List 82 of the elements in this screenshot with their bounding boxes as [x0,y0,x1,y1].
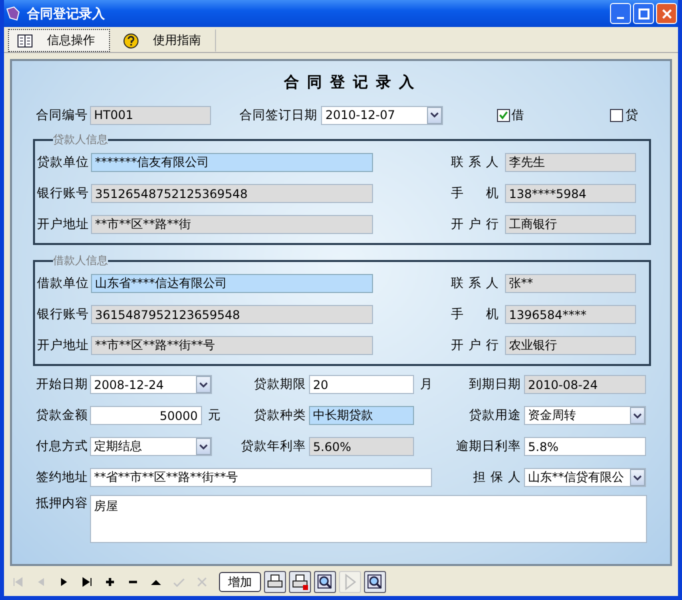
group-title: 借款人信息 [53,253,108,268]
printer-icon[interactable] [264,571,286,593]
tab[interactable]: 使用指南 [114,29,216,52]
field-label: 开户行 [451,216,499,233]
close-icon [660,8,672,20]
field-label: 联系人 [451,275,499,292]
field-label: 签约地址 [36,469,89,486]
combo-box[interactable]: 2008-12-24 [90,375,212,394]
text-field[interactable]: 工商银行 [505,215,636,234]
form-heading: 合同登记录入 [282,73,423,92]
text-field[interactable]: 农业银行 [505,336,636,355]
text-field[interactable]: 138****5984 [505,184,636,203]
dropdown-icon [630,407,645,424]
text-field[interactable]: 李先生 [505,153,636,172]
field-label: 抵押内容 [36,495,89,512]
field-label: 到期日期 [468,376,521,393]
dropdown-icon [426,106,442,124]
text-field[interactable]: 2010-08-24 [524,375,646,394]
field-label: 开户行 [451,337,499,354]
text-field[interactable]: **省**市**区**路**街**号 [90,468,432,487]
text-field[interactable]: 5.60% [309,437,414,456]
field-label: 联系人 [451,154,499,171]
field-label: 贷款期限 [253,376,306,393]
field-label: 贷款种类 [253,407,306,424]
field-label: 开户地址 [37,216,90,233]
text-field[interactable]: 50000 [90,406,202,425]
text-field[interactable]: HT001 [90,106,212,124]
minimize-icon [617,16,624,18]
combo-box[interactable]: 定期结息 [90,437,212,456]
tab[interactable]: 信息操作 [8,29,110,52]
add-button[interactable]: 增加 [219,572,261,592]
help-icon [123,32,139,48]
field-label: 贷款用途 [468,407,521,424]
combo-box[interactable]: 山东**信贷有限公 [524,468,646,487]
field-label: 贷款金额 [36,407,89,424]
printer-icon[interactable] [289,571,311,593]
magnifier-icon[interactable] [364,571,386,593]
text-field[interactable]: **市**区**路**街 [91,215,373,234]
checkbox[interactable]: 借 [496,106,556,124]
text-area[interactable]: 房屋 [90,495,647,543]
text-field[interactable]: 张** [505,274,636,293]
field-label: 开始日期 [36,376,89,393]
field-label: 贷款年利率 [240,438,306,455]
field-label: 借款单位 [37,275,90,292]
dropdown-icon [630,469,645,486]
field-label: 逾期日利率 [455,438,521,455]
field-label: 手机 [451,306,499,323]
field-label: 合同签订日期 [239,106,318,124]
minimize-button[interactable] [610,3,631,24]
unit-label: 月 [419,376,434,393]
text-field[interactable]: 3615487952123659548 [91,305,373,324]
maximize-button[interactable] [633,3,654,24]
text-field[interactable]: **市**区**路**街**号 [91,336,373,355]
field-label: 贷款单位 [37,154,90,171]
field-label: 银行账号 [37,185,90,202]
group-title: 贷款人信息 [53,132,108,147]
field-label: 开户地址 [37,337,90,354]
field-label: 手机 [451,185,499,202]
checkmark-icon [498,110,508,120]
dropdown-icon [196,376,211,393]
field-label: 合同编号 [36,106,89,124]
unit-label: 元 [206,407,222,424]
window-title: 合同登记录入 [27,6,105,22]
close-button[interactable] [656,3,677,24]
magnifier-icon[interactable] [314,571,336,593]
text-field[interactable]: 5.8% [524,437,646,456]
field-label: 担保人 [473,469,521,486]
dropdown-icon [196,438,211,455]
field-label: 付息方式 [36,438,89,455]
maximize-icon [638,8,650,20]
text-field[interactable]: 20 [309,375,414,394]
combo-box[interactable]: 资金周转 [524,406,646,425]
field-label: 银行账号 [37,306,90,323]
text-field[interactable]: *******信友有限公司 [91,153,373,172]
text-field[interactable]: 35126548752125369548 [91,184,373,203]
book-icon [17,34,33,48]
date-field[interactable]: 2010-12-07 [321,106,443,124]
text-field[interactable]: 山东省****信达有限公司 [91,274,373,293]
app-icon [5,6,21,22]
checkbox[interactable]: 贷 [610,106,670,124]
text-field[interactable]: 1396584**** [505,305,636,324]
text-field[interactable]: 中长期贷款 [309,406,414,425]
